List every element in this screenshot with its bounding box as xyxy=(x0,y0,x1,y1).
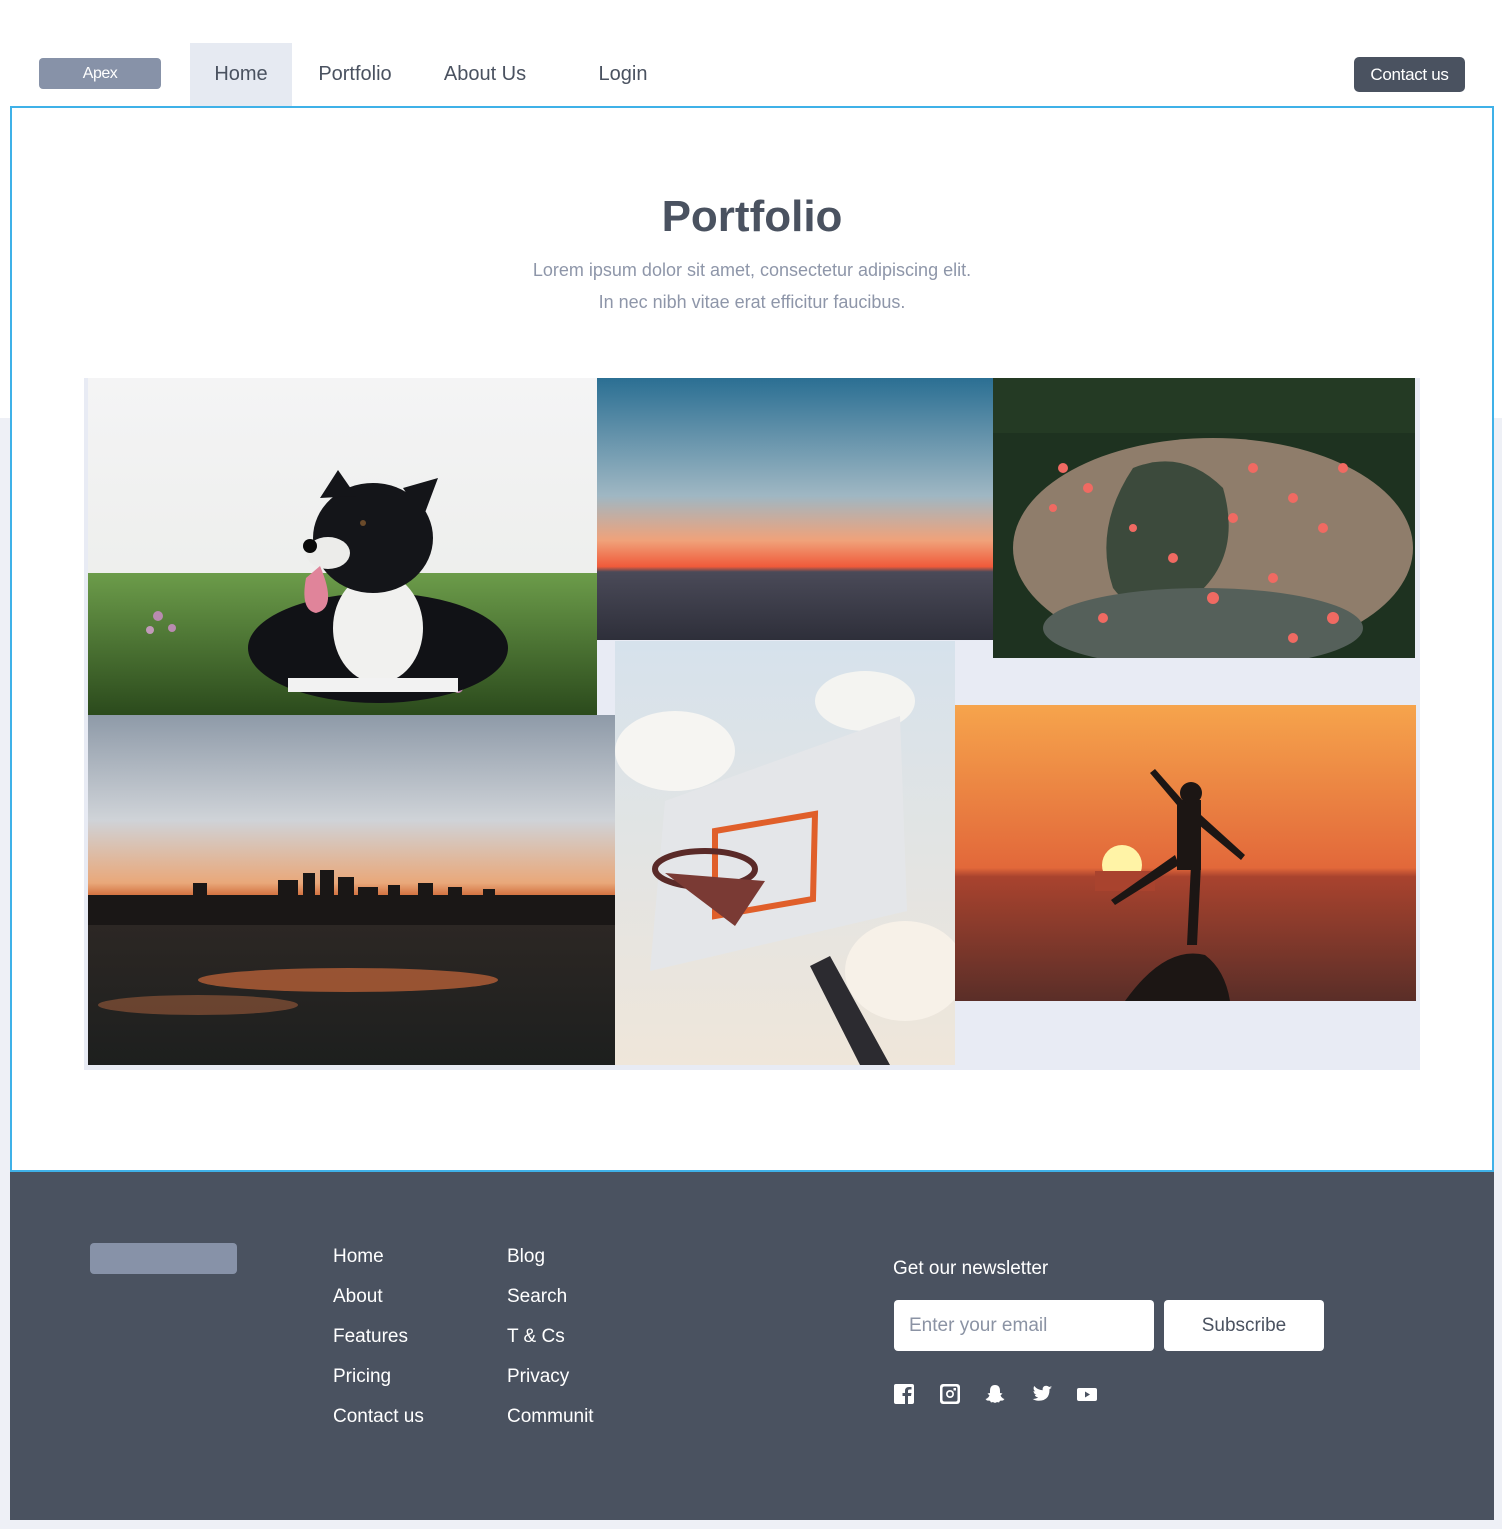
nav-login[interactable]: Login xyxy=(585,43,661,106)
nav-portfolio[interactable]: Portfolio xyxy=(304,43,406,106)
sunset-sea-photo[interactable] xyxy=(597,378,993,640)
footer-column-1: Home About Features Pricing Contact us xyxy=(333,1242,424,1442)
footer-link-pricing[interactable]: Pricing xyxy=(333,1362,424,1402)
footer-link-about[interactable]: About xyxy=(333,1282,424,1322)
contact-us-button[interactable]: Contact us xyxy=(1354,57,1465,92)
newsletter-title: Get our newsletter xyxy=(893,1258,1049,1279)
portfolio-section: Portfolio Lorem ipsum dolor sit amet, co… xyxy=(10,106,1494,1172)
page-title: Portfolio xyxy=(661,192,843,241)
top-navbar: Apex Home Portfolio About Us Login Conta… xyxy=(0,0,1502,106)
youtube-icon[interactable] xyxy=(1075,1382,1099,1406)
city-skyline-sunset-photo[interactable] xyxy=(88,715,615,1065)
dog-photo[interactable] xyxy=(88,378,597,715)
brand-logo[interactable]: Apex xyxy=(39,58,161,89)
footer-logo[interactable] xyxy=(90,1243,237,1274)
newsletter-email-input[interactable] xyxy=(894,1300,1154,1351)
image-gallery xyxy=(84,378,1420,1070)
twitter-icon[interactable] xyxy=(1030,1382,1054,1406)
subtitle-line-1: Lorem ipsum dolor sit amet, consectetur … xyxy=(532,260,972,280)
footer-link-community[interactable]: Communit xyxy=(507,1402,594,1442)
footer: Home About Features Pricing Contact us B… xyxy=(10,1172,1494,1520)
footer-link-blog[interactable]: Blog xyxy=(507,1242,594,1282)
facebook-icon[interactable] xyxy=(892,1382,916,1406)
footer-link-contact-us[interactable]: Contact us xyxy=(333,1402,424,1442)
footer-link-tcs[interactable]: T & Cs xyxy=(507,1322,594,1362)
basketball-hoop-photo[interactable] xyxy=(615,641,955,1065)
nav-about-us[interactable]: About Us xyxy=(430,43,540,106)
nav-home[interactable]: Home xyxy=(190,43,292,106)
flamingos-photo[interactable] xyxy=(993,378,1415,658)
silhouette-sunset-photo[interactable] xyxy=(955,705,1416,1001)
snapchat-icon[interactable] xyxy=(983,1382,1007,1406)
subscribe-button[interactable]: Subscribe xyxy=(1164,1300,1324,1351)
footer-link-privacy[interactable]: Privacy xyxy=(507,1362,594,1402)
footer-link-search[interactable]: Search xyxy=(507,1282,594,1322)
instagram-icon[interactable] xyxy=(938,1382,962,1406)
subtitle-line-2: In nec nibh vitae erat efficitur faucibu… xyxy=(598,292,906,312)
footer-link-features[interactable]: Features xyxy=(333,1322,424,1362)
footer-column-2: Blog Search T & Cs Privacy Communit xyxy=(507,1242,594,1442)
footer-link-home[interactable]: Home xyxy=(333,1242,424,1282)
